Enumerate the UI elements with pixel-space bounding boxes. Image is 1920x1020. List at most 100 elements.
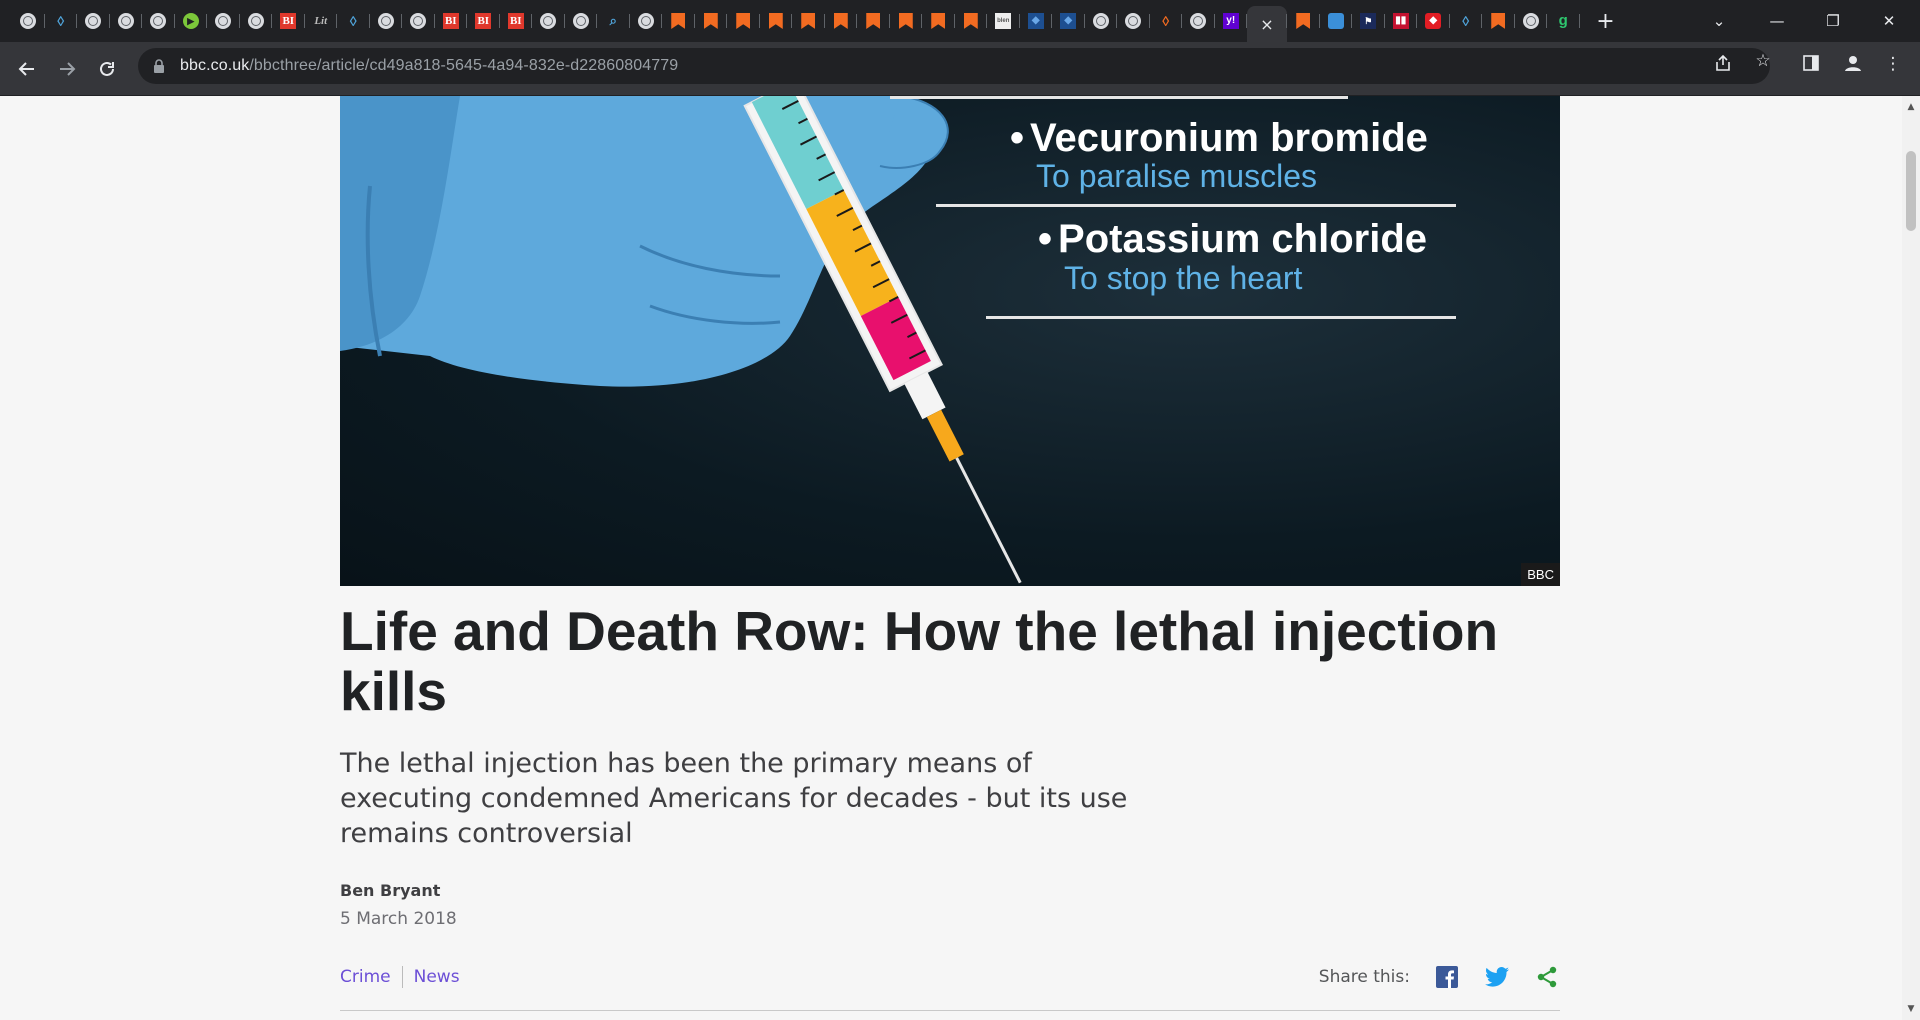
browser-tab[interactable]	[890, 6, 923, 36]
bookmark-favicon-icon	[736, 13, 751, 29]
browser-tab[interactable]	[695, 6, 728, 36]
more-share-button[interactable]	[1534, 964, 1560, 990]
browser-tab[interactable]	[1482, 6, 1515, 36]
browser-tab[interactable]	[825, 6, 858, 36]
lock-icon[interactable]	[152, 58, 166, 74]
globe-favicon-icon	[215, 13, 232, 29]
bookmark-favicon-icon	[963, 13, 978, 29]
browser-tab[interactable]: BI	[435, 6, 468, 36]
side-panel-button[interactable]	[1796, 54, 1826, 77]
browser-tab[interactable]	[662, 6, 695, 36]
facebook-share-button[interactable]	[1434, 964, 1460, 990]
twitter-share-button[interactable]	[1484, 964, 1510, 990]
tab-strip: ◊ ▶ BI Lit ◊ BI BI BI ⌕ blen ◆ ◆ ◊ y! × ⚑ ▮▮ ◆ ◊ g + ⌄ — ❐ ✕	[0, 0, 1920, 42]
restore-button[interactable]: ❐	[1808, 0, 1858, 42]
page-viewport: Vecuronium bromide To paralise muscles P…	[0, 96, 1902, 1020]
browser-tab[interactable]: ⚑	[1352, 6, 1385, 36]
browser-tab[interactable]: Lit	[305, 6, 338, 36]
browser-tab[interactable]	[240, 6, 273, 36]
close-window-button[interactable]: ✕	[1864, 0, 1914, 42]
hero-divider	[936, 204, 1456, 207]
browser-tab[interactable]: ◆	[1417, 6, 1450, 36]
reload-button[interactable]	[92, 54, 122, 84]
browser-tab[interactable]	[1320, 6, 1353, 36]
browser-tab[interactable]	[630, 6, 663, 36]
browser-tab[interactable]	[532, 6, 565, 36]
crest-favicon-icon: ⚑	[1360, 13, 1377, 29]
browser-tab[interactable]	[1117, 6, 1150, 36]
browser-tab[interactable]	[207, 6, 240, 36]
bookmark-star-button[interactable]: ☆	[1748, 51, 1778, 71]
browser-tab[interactable]: BI	[500, 6, 533, 36]
address-bar[interactable]: bbc.co.uk/bbcthree/article/cd49a818-5645…	[138, 48, 1770, 84]
browser-tab[interactable]	[402, 6, 435, 36]
tag-crime[interactable]: Crime	[340, 967, 391, 987]
globe-favicon-icon	[1092, 13, 1109, 29]
browser-tab[interactable]	[1515, 6, 1548, 36]
share-page-button[interactable]	[1708, 54, 1738, 77]
close-tab-icon[interactable]: ×	[1260, 15, 1273, 34]
browser-tab[interactable]: BI	[272, 6, 305, 36]
shield-favicon-icon: ◊	[349, 13, 357, 29]
browser-tab[interactable]	[857, 6, 890, 36]
browser-tab[interactable]	[370, 6, 403, 36]
tab-list: ◊ ▶ BI Lit ◊ BI BI BI ⌕ blen ◆ ◆ ◊ y! × ⚑ ▮▮ ◆ ◊ g +	[12, 6, 1618, 42]
browser-tab[interactable]	[12, 6, 45, 36]
browser-tab[interactable]: ◆	[1052, 6, 1085, 36]
browser-tab[interactable]: ▶	[175, 6, 208, 36]
globe-favicon-icon	[117, 13, 134, 29]
browser-tab[interactable]: blen	[987, 6, 1020, 36]
cube-favicon-icon: ◆	[1060, 13, 1077, 29]
browser-tab[interactable]	[955, 6, 988, 36]
browser-tab[interactable]: ◊	[337, 6, 370, 36]
browser-tab[interactable]: ◆	[1020, 6, 1053, 36]
tag-news[interactable]: News	[414, 967, 460, 987]
globe-favicon-icon	[377, 13, 394, 29]
menu-button[interactable]: ⋮	[1878, 54, 1908, 74]
bi-favicon-icon: BI	[507, 13, 524, 29]
scroll-down-arrow-icon[interactable]: ▼	[1902, 1000, 1920, 1018]
browser-tab[interactable]: ◊	[1450, 6, 1483, 36]
tab-active[interactable]: ×	[1247, 6, 1287, 42]
tab-search-button[interactable]: ⌄	[1694, 0, 1744, 42]
browser-tab[interactable]: ▮▮	[1385, 6, 1418, 36]
profile-button[interactable]	[1838, 54, 1868, 77]
bookmark-favicon-icon	[833, 13, 848, 29]
browser-tab[interactable]	[727, 6, 760, 36]
tag-divider	[401, 966, 403, 988]
browser-tab[interactable]	[922, 6, 955, 36]
browser-tab[interactable]	[1182, 6, 1215, 36]
bars-favicon-icon: ▮▮	[1392, 13, 1409, 29]
browser-tab[interactable]: ◊	[45, 6, 78, 36]
vertical-scrollbar[interactable]: ▲ ▼	[1902, 96, 1920, 1020]
bookmark-favicon-icon	[931, 13, 946, 29]
browser-tab[interactable]: g	[1547, 6, 1580, 36]
play-favicon-icon: ▶	[182, 13, 199, 29]
bookmark-favicon-icon	[866, 13, 881, 29]
browser-tab[interactable]	[565, 6, 598, 36]
bookmark-favicon-icon	[671, 13, 686, 29]
new-tab-button[interactable]: +	[1594, 9, 1618, 34]
browser-tab[interactable]: y!	[1215, 6, 1248, 36]
reload-icon	[100, 61, 114, 76]
profile-icon	[1845, 56, 1861, 71]
minimize-button[interactable]: —	[1752, 0, 1802, 42]
red-favicon-icon: ◆	[1425, 13, 1442, 29]
browser-tab[interactable]	[1287, 6, 1320, 36]
back-button[interactable]	[12, 54, 42, 84]
hero-drug-2: Potassium chloride	[1038, 217, 1427, 262]
browser-tab[interactable]	[1085, 6, 1118, 36]
browser-tab[interactable]	[77, 6, 110, 36]
browser-tab[interactable]	[142, 6, 175, 36]
browser-tab[interactable]: ⌕	[597, 6, 630, 36]
url-text[interactable]: bbc.co.uk/bbcthree/article/cd49a818-5645…	[180, 57, 678, 75]
browser-tab[interactable]: ◊	[1150, 6, 1183, 36]
forward-button[interactable]	[52, 54, 82, 84]
globe-favicon-icon	[572, 13, 589, 29]
scrollbar-thumb[interactable]	[1906, 151, 1916, 231]
browser-tab[interactable]	[792, 6, 825, 36]
browser-tab[interactable]: BI	[467, 6, 500, 36]
browser-tab[interactable]	[110, 6, 143, 36]
scroll-up-arrow-icon[interactable]: ▲	[1902, 98, 1920, 116]
browser-tab[interactable]	[760, 6, 793, 36]
